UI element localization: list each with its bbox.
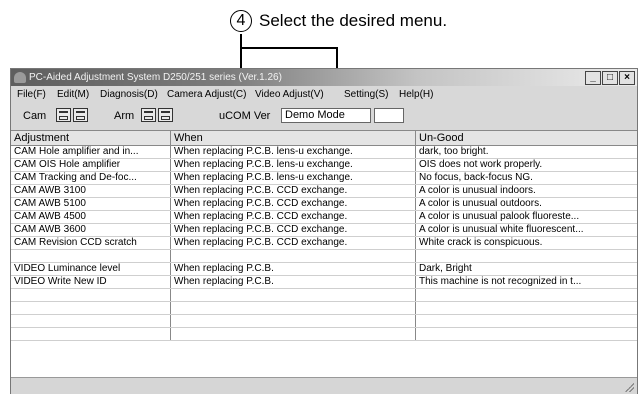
callout-number: 4: [230, 10, 252, 32]
close-button[interactable]: ×: [619, 71, 635, 85]
callout: 4 Select the desired menu.: [230, 8, 447, 34]
app-window: PC-Aided Adjustment System D250/251 seri…: [10, 68, 638, 394]
menu-bar: File(F) Edit(M) Diagnosis(D) Camera Adju…: [11, 87, 637, 102]
cell-adjustment: VIDEO Write New ID: [11, 276, 171, 288]
cell-adjustment: CAM Hole amplifier and in...: [11, 146, 171, 158]
cell-adjustment: [11, 302, 171, 314]
header-un-good[interactable]: Un-Good: [416, 131, 637, 145]
cell-when: [171, 250, 416, 262]
cell-un-good: [416, 302, 637, 314]
table-row[interactable]: CAM Hole amplifier and in... When replaci…: [11, 146, 637, 159]
menu-file[interactable]: File(F): [17, 87, 46, 102]
window-controls: _ □ ×: [584, 71, 635, 85]
cell-adjustment: [11, 315, 171, 327]
cell-when: [171, 302, 416, 314]
cell-when: When replacing P.C.B. lens-u exchange.: [171, 159, 416, 171]
resize-grip-icon[interactable]: [624, 382, 634, 392]
cell-adjustment: VIDEO Luminance level: [11, 263, 171, 275]
minimize-button[interactable]: _: [585, 71, 601, 85]
cell-adjustment: [11, 289, 171, 301]
table-row[interactable]: CAM AWB 3100 When replacing P.C.B. CCD ex…: [11, 185, 637, 198]
cell-adjustment: CAM OIS Hole amplifier: [11, 159, 171, 171]
table-row[interactable]: CAM AWB 5100 When replacing P.C.B. CCD ex…: [11, 198, 637, 211]
adjustment-table: Adjustment When Un-Good CAM Hole amplifi…: [11, 130, 637, 377]
ucom-label: uCOM Ver: [219, 110, 271, 122]
leader-line: [240, 47, 337, 49]
toolbar: Cam Arm uCOM Ver Demo Mode: [11, 103, 637, 129]
table-row[interactable]: CAM AWB 4500 When replacing P.C.B. CCD ex…: [11, 211, 637, 224]
cell-un-good: dark, too bright.: [419, 146, 489, 157]
cell-un-good: [416, 328, 637, 340]
cell-un-good: No focus, back-focus NG.: [419, 172, 533, 183]
cell-when: When replacing P.C.B. CCD exchange.: [171, 198, 416, 210]
table-row[interactable]: [11, 328, 637, 341]
cell-un-good: [416, 250, 637, 262]
cell-adjustment: CAM AWB 4500: [11, 211, 171, 223]
cell-un-good: A color is unusual indoors.: [419, 185, 536, 196]
cell-when: When replacing P.C.B. CCD exchange.: [171, 185, 416, 197]
cell-adjustment: CAM Tracking and De-foc...: [11, 172, 171, 184]
cam-read-icon[interactable]: [56, 108, 71, 122]
cell-adjustment: [11, 328, 171, 340]
header-when[interactable]: When: [171, 131, 416, 145]
table-row[interactable]: [11, 302, 637, 315]
app-icon: [14, 72, 26, 83]
menu-diagnosis[interactable]: Diagnosis(D): [100, 87, 158, 102]
maximize-button[interactable]: □: [602, 71, 618, 85]
table-row[interactable]: [11, 289, 637, 302]
arm-write-icon[interactable]: [158, 108, 173, 122]
table-row[interactable]: CAM Revision CCD scratch When replacing P…: [11, 237, 637, 250]
ucom-version-field: Demo Mode: [281, 108, 371, 123]
cell-un-good: A color is unusual palook fluoreste...: [419, 211, 580, 222]
menu-setting[interactable]: Setting(S): [344, 87, 388, 102]
cam-label: Cam: [23, 110, 47, 122]
ucom-extra-field: [374, 108, 404, 123]
cell-un-good: Dark, Bright: [419, 263, 472, 274]
cell-adjustment: [11, 250, 171, 262]
cell-adjustment: CAM AWB 3100: [11, 185, 171, 197]
callout-text: Select the desired menu.: [259, 11, 448, 30]
cell-adjustment: CAM Revision CCD scratch: [11, 237, 171, 249]
header-adjustment[interactable]: Adjustment: [11, 131, 171, 145]
leader-line: [240, 34, 242, 48]
cell-un-good: White crack is conspicuous.: [419, 237, 543, 248]
cell-adjustment: CAM AWB 3600: [11, 224, 171, 236]
table-row[interactable]: CAM OIS Hole amplifier When replacing P.C…: [11, 159, 637, 172]
arm-read-icon[interactable]: [141, 108, 156, 122]
menu-video-adjust[interactable]: Video Adjust(V): [255, 87, 324, 102]
cell-when: [171, 289, 416, 301]
arm-label: Arm: [114, 110, 135, 122]
cell-un-good: A color is unusual outdoors.: [419, 198, 542, 209]
title-bar[interactable]: PC-Aided Adjustment System D250/251 seri…: [11, 69, 637, 86]
cell-when: When replacing P.C.B. lens-u exchange.: [171, 172, 416, 184]
cam-write-icon[interactable]: [73, 108, 88, 122]
cell-when: When replacing P.C.B. CCD exchange.: [171, 211, 416, 223]
menu-camera-adjust[interactable]: Camera Adjust(C): [167, 87, 246, 102]
table-header: Adjustment When Un-Good: [11, 131, 637, 146]
table-row[interactable]: VIDEO Write New ID When replacing P.C.B. T…: [11, 276, 637, 289]
cell-when: When replacing P.C.B.: [171, 263, 416, 275]
cell-when: [171, 328, 416, 340]
cell-when: When replacing P.C.B. CCD exchange.: [171, 224, 416, 236]
cell-when: When replacing P.C.B. CCD exchange.: [171, 237, 416, 249]
window-title: PC-Aided Adjustment System D250/251 seri…: [29, 72, 282, 83]
cell-when: When replacing P.C.B.: [171, 276, 416, 288]
table-row[interactable]: CAM AWB 3600 When replacing P.C.B. CCD ex…: [11, 224, 637, 237]
table-row[interactable]: [11, 250, 637, 263]
menu-help[interactable]: Help(H): [399, 87, 433, 102]
cell-un-good: OIS does not work properly.: [419, 159, 543, 170]
cell-adjustment: CAM AWB 5100: [11, 198, 171, 210]
cell-when: When replacing P.C.B. lens-u exchange.: [171, 146, 416, 158]
cell-un-good: [416, 289, 637, 301]
cell-un-good: [416, 315, 637, 327]
cell-un-good: A color is unusual white fluorescent...: [419, 224, 584, 235]
table-row[interactable]: CAM Tracking and De-foc... When replacing…: [11, 172, 637, 185]
table-row[interactable]: VIDEO Luminance level When replacing P.C.…: [11, 263, 637, 276]
menu-edit[interactable]: Edit(M): [57, 87, 89, 102]
status-bar: [11, 377, 637, 394]
cell-when: [171, 315, 416, 327]
table-row[interactable]: [11, 315, 637, 328]
cell-un-good: This machine is not recognized in t...: [419, 276, 582, 287]
